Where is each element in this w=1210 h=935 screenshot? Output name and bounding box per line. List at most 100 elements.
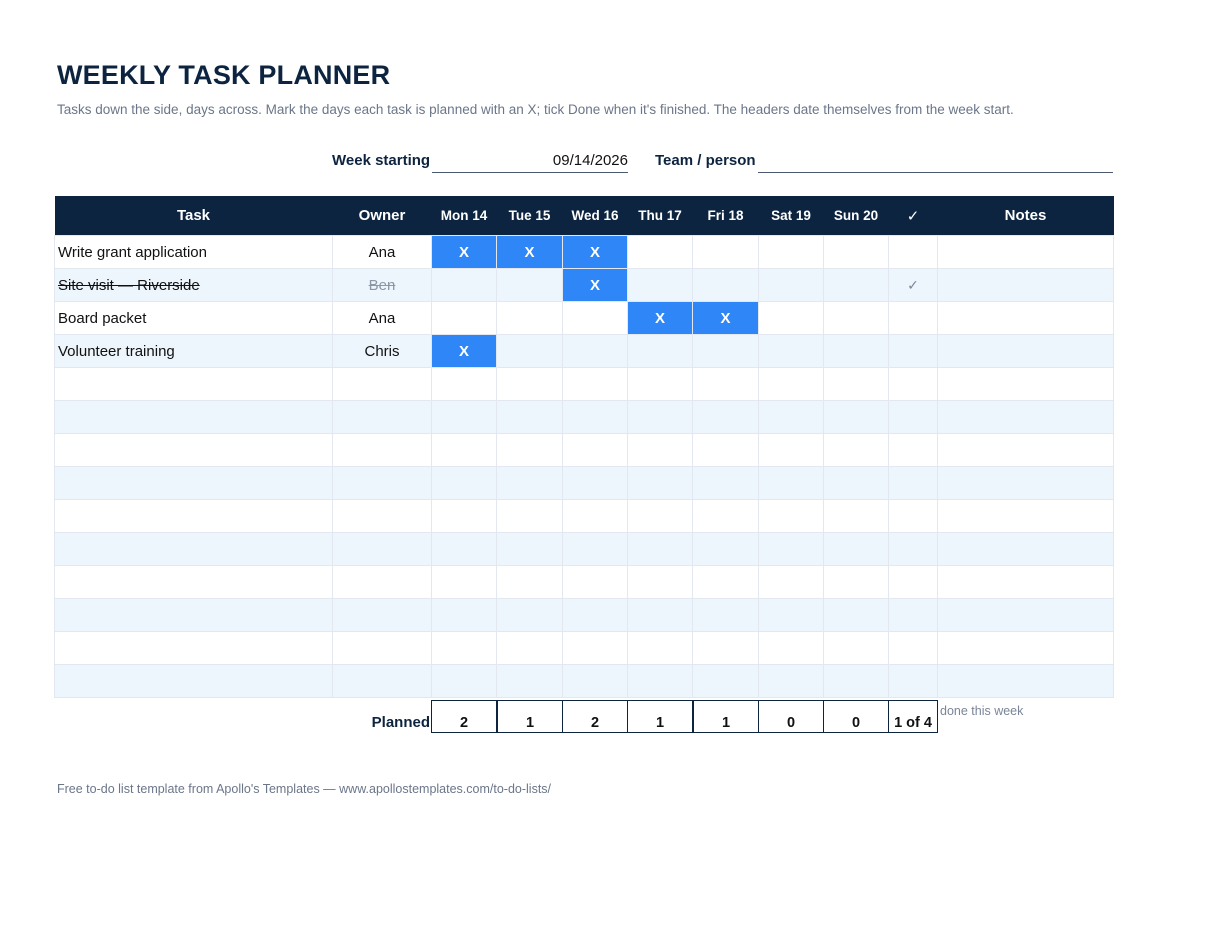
day-cell-mon[interactable] xyxy=(431,631,497,665)
done-cell[interactable] xyxy=(888,631,938,665)
owner-cell[interactable]: Ben xyxy=(332,268,432,302)
day-cell-sun[interactable] xyxy=(823,664,889,698)
notes-cell[interactable] xyxy=(937,598,1114,632)
done-cell[interactable] xyxy=(888,565,938,599)
day-cell-tue[interactable] xyxy=(496,532,563,566)
day-cell-sun[interactable] xyxy=(823,631,889,665)
day-cell-sat[interactable] xyxy=(758,598,824,632)
task-cell[interactable]: Site visit — Riverside xyxy=(54,268,333,302)
day-cell-tue[interactable] xyxy=(496,301,563,335)
day-cell-tue[interactable] xyxy=(496,631,563,665)
task-cell[interactable] xyxy=(54,400,333,434)
task-cell[interactable] xyxy=(54,367,333,401)
notes-cell[interactable] xyxy=(937,565,1114,599)
day-cell-sun[interactable] xyxy=(823,532,889,566)
day-cell-thu[interactable] xyxy=(627,466,693,500)
notes-cell[interactable] xyxy=(937,433,1114,467)
day-cell-sat[interactable] xyxy=(758,499,824,533)
day-cell-tue[interactable] xyxy=(496,466,563,500)
day-cell-fri[interactable] xyxy=(692,268,759,302)
day-cell-sat[interactable] xyxy=(758,433,824,467)
notes-cell[interactable] xyxy=(937,301,1114,335)
day-cell-sun[interactable] xyxy=(823,565,889,599)
task-cell[interactable] xyxy=(54,499,333,533)
notes-cell[interactable] xyxy=(937,466,1114,500)
done-cell[interactable] xyxy=(888,367,938,401)
day-cell-fri[interactable] xyxy=(692,466,759,500)
done-cell[interactable]: ✓ xyxy=(888,268,938,302)
task-cell[interactable] xyxy=(54,466,333,500)
day-cell-mon[interactable] xyxy=(431,499,497,533)
day-cell-mon[interactable] xyxy=(431,301,497,335)
owner-cell[interactable]: Ana xyxy=(332,235,432,269)
day-cell-mon[interactable] xyxy=(431,466,497,500)
done-cell[interactable] xyxy=(888,466,938,500)
day-cell-thu[interactable] xyxy=(627,631,693,665)
day-cell-wed[interactable] xyxy=(562,499,628,533)
day-cell-tue[interactable] xyxy=(496,334,563,368)
notes-cell[interactable] xyxy=(937,334,1114,368)
day-cell-thu[interactable] xyxy=(627,235,693,269)
notes-cell[interactable] xyxy=(937,235,1114,269)
done-cell[interactable] xyxy=(888,664,938,698)
day-cell-thu[interactable] xyxy=(627,367,693,401)
day-cell-fri[interactable] xyxy=(692,565,759,599)
day-cell-tue[interactable] xyxy=(496,367,563,401)
day-cell-mon[interactable]: X xyxy=(431,235,497,269)
done-cell[interactable] xyxy=(888,499,938,533)
day-cell-thu[interactable] xyxy=(627,499,693,533)
day-cell-wed[interactable] xyxy=(562,631,628,665)
day-cell-mon[interactable] xyxy=(431,532,497,566)
owner-cell[interactable] xyxy=(332,433,432,467)
day-cell-fri[interactable] xyxy=(692,433,759,467)
owner-cell[interactable]: Ana xyxy=(332,301,432,335)
day-cell-thu[interactable] xyxy=(627,598,693,632)
notes-cell[interactable] xyxy=(937,499,1114,533)
owner-cell[interactable] xyxy=(332,499,432,533)
task-cell[interactable]: Volunteer training xyxy=(54,334,333,368)
owner-cell[interactable] xyxy=(332,565,432,599)
day-cell-mon[interactable] xyxy=(431,268,497,302)
done-cell[interactable] xyxy=(888,334,938,368)
owner-cell[interactable] xyxy=(332,400,432,434)
day-cell-wed[interactable]: X xyxy=(562,268,628,302)
day-cell-tue[interactable] xyxy=(496,664,563,698)
day-cell-wed[interactable] xyxy=(562,532,628,566)
day-cell-fri[interactable]: X xyxy=(692,301,759,335)
owner-cell[interactable] xyxy=(332,598,432,632)
day-cell-sun[interactable] xyxy=(823,499,889,533)
owner-cell[interactable] xyxy=(332,367,432,401)
day-cell-wed[interactable] xyxy=(562,598,628,632)
done-cell[interactable] xyxy=(888,433,938,467)
day-cell-mon[interactable] xyxy=(431,664,497,698)
day-cell-sat[interactable] xyxy=(758,532,824,566)
day-cell-sat[interactable] xyxy=(758,400,824,434)
day-cell-wed[interactable] xyxy=(562,400,628,434)
day-cell-thu[interactable]: X xyxy=(627,301,693,335)
day-cell-sun[interactable] xyxy=(823,466,889,500)
day-cell-wed[interactable] xyxy=(562,433,628,467)
day-cell-tue[interactable] xyxy=(496,400,563,434)
task-cell[interactable]: Board packet xyxy=(54,301,333,335)
task-cell[interactable] xyxy=(54,565,333,599)
notes-cell[interactable] xyxy=(937,367,1114,401)
day-cell-thu[interactable] xyxy=(627,268,693,302)
day-cell-fri[interactable] xyxy=(692,631,759,665)
owner-cell[interactable] xyxy=(332,532,432,566)
owner-cell[interactable] xyxy=(332,466,432,500)
day-cell-mon[interactable] xyxy=(431,433,497,467)
task-cell[interactable] xyxy=(54,433,333,467)
task-cell[interactable] xyxy=(54,664,333,698)
day-cell-fri[interactable] xyxy=(692,367,759,401)
done-cell[interactable] xyxy=(888,598,938,632)
day-cell-sat[interactable] xyxy=(758,565,824,599)
day-cell-tue[interactable] xyxy=(496,268,563,302)
day-cell-fri[interactable] xyxy=(692,532,759,566)
day-cell-mon[interactable] xyxy=(431,598,497,632)
day-cell-sun[interactable] xyxy=(823,334,889,368)
day-cell-tue[interactable] xyxy=(496,598,563,632)
day-cell-fri[interactable] xyxy=(692,235,759,269)
day-cell-wed[interactable]: X xyxy=(562,235,628,269)
day-cell-fri[interactable] xyxy=(692,334,759,368)
day-cell-tue[interactable] xyxy=(496,433,563,467)
